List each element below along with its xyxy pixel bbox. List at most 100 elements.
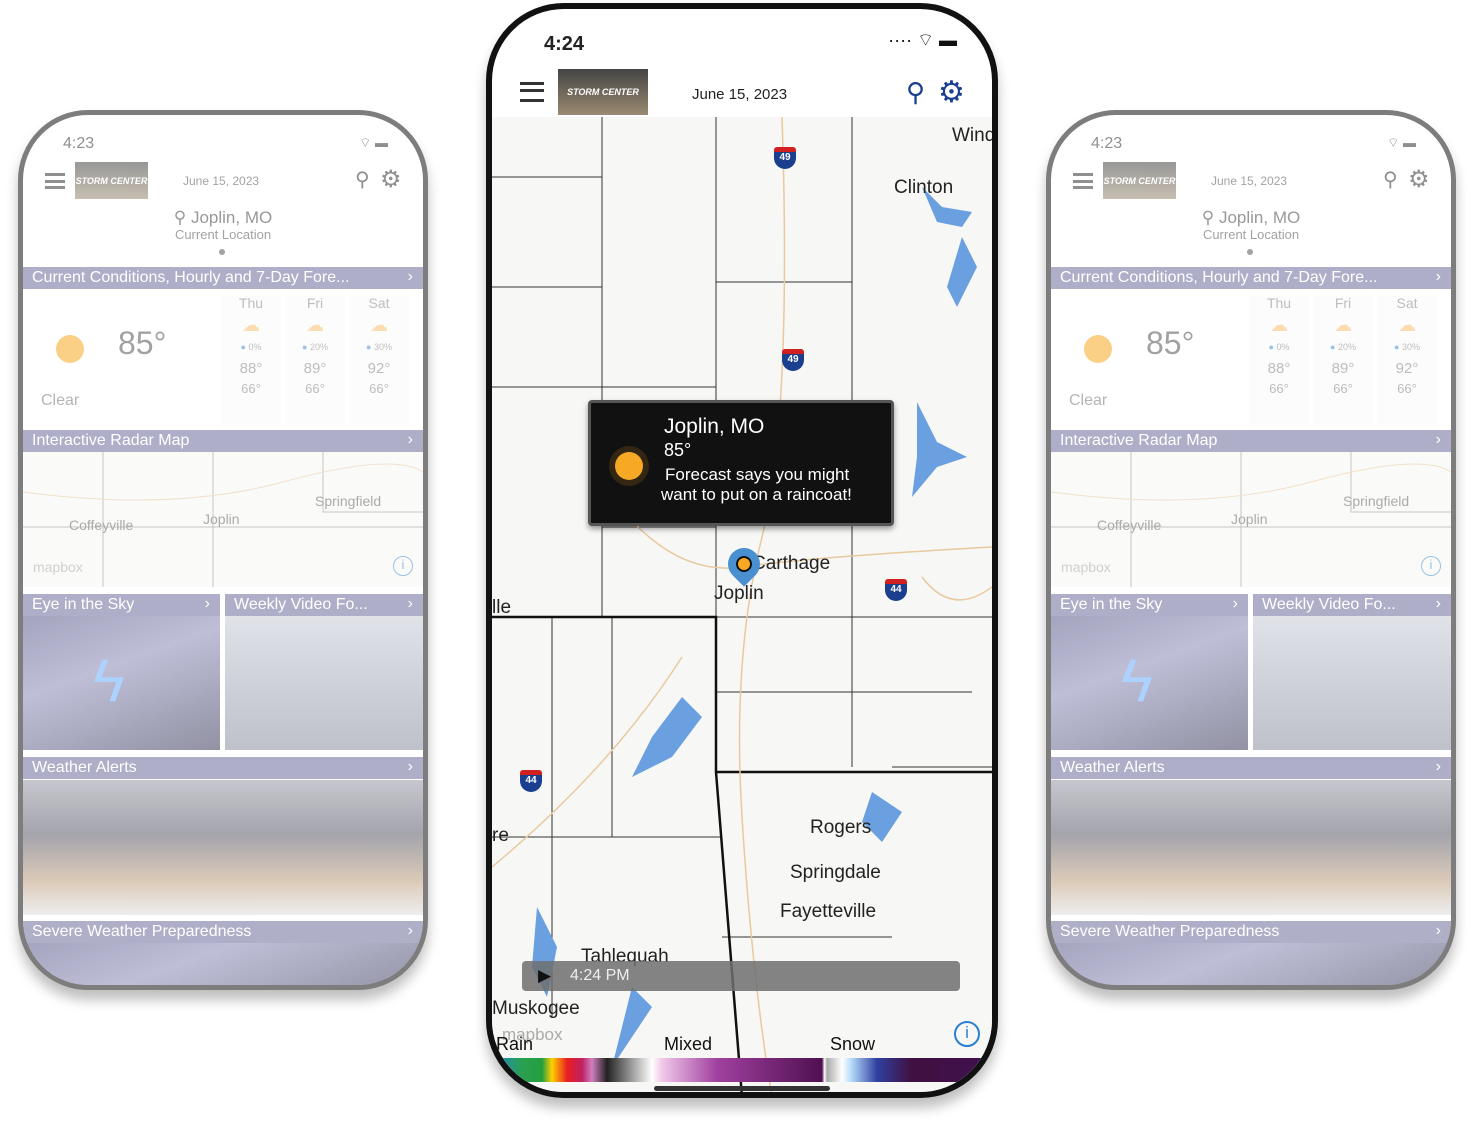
storm-center-logo: STORM CENTER <box>558 69 648 115</box>
info-icon[interactable]: i <box>393 556 413 576</box>
weather-alerts-image[interactable] <box>1051 780 1451 915</box>
weekly-video-image[interactable] <box>1253 616 1451 750</box>
right-phone: 4:23 ⌔ ▬ STORM CENTER June 15, 2023 ⚲ ⚙ … <box>1046 110 1456 990</box>
forecast-low: 66° <box>305 381 325 396</box>
interstate-shield-icon: 44 <box>885 579 907 601</box>
menu-button[interactable] <box>45 173 65 189</box>
weekly-video-image[interactable] <box>225 616 423 750</box>
section-eye-in-sky[interactable]: Eye in the Sky › <box>23 594 220 616</box>
timeline-time: 4:24 PM <box>570 967 630 984</box>
phone-screen: 4:23 ⌔ ▬ STORM CENTER June 15, 2023 ⚲ ⚙ … <box>1051 115 1451 985</box>
forecast-day[interactable]: Fri ☁ ● 20% 89° 66° <box>285 295 345 425</box>
section-radar[interactable]: Interactive Radar Map › <box>1051 430 1451 452</box>
radar-map-preview[interactable]: Coffeyville Joplin Springfield mapbox i <box>1051 452 1451 587</box>
location-sub: Current Location <box>1202 227 1300 242</box>
info-icon[interactable]: i <box>954 1021 980 1047</box>
map-label: Joplin <box>1231 511 1268 527</box>
radar-map-preview[interactable]: Coffeyville Joplin Springfield mapbox i <box>23 452 423 587</box>
map-label: Clinton <box>894 177 954 198</box>
status-time: 4:24 <box>544 33 585 55</box>
header-date: June 15, 2023 <box>183 174 260 188</box>
forecast-high: 89° <box>1331 360 1355 377</box>
forecast-day[interactable]: Sat ☁ ● 30% 92° 66° <box>349 295 409 425</box>
location-label: Joplin, MO <box>1218 208 1301 227</box>
interstate-shield-icon: 49 <box>774 147 796 169</box>
page-dot[interactable] <box>219 249 225 255</box>
map-label: Springfield <box>315 493 382 509</box>
status-time: 4:23 <box>63 135 95 152</box>
section-conditions[interactable]: Current Conditions, Hourly and 7-Day For… <box>23 267 423 289</box>
map-label: Fayetteville <box>780 901 877 922</box>
location-popup[interactable]: Joplin, MO 85° Forecast says you might w… <box>588 400 894 526</box>
wifi-battery-icon: ···· ⌔ ▬ <box>888 30 957 50</box>
forecast-low: 66° <box>1269 381 1289 396</box>
location-pin-button[interactable]: ⚲ <box>355 167 370 192</box>
map-label: re <box>492 825 509 846</box>
section-conditions[interactable]: Current Conditions, Hourly and 7-Day For… <box>1051 267 1451 289</box>
location-pin-button[interactable]: ⚲ <box>1383 167 1398 192</box>
location-pin-button[interactable]: ⚲ <box>906 77 925 108</box>
forecast-day[interactable]: Sat ☁ ● 30% 92° 66° <box>1377 295 1437 425</box>
interstate-shield-icon: 49 <box>782 349 804 371</box>
severe-image[interactable] <box>1051 943 1451 985</box>
location-name[interactable]: ⚲ Joplin, MO <box>23 208 423 228</box>
forecast-high: 92° <box>1395 360 1419 377</box>
section-weekly-video[interactable]: Weekly Video Fo... › <box>225 594 423 616</box>
page-dot[interactable] <box>1247 249 1253 255</box>
precip-chance: ● 20% <box>302 342 328 352</box>
section-eye-in-sky[interactable]: Eye in the Sky › <box>1051 594 1248 616</box>
menu-button[interactable] <box>520 82 544 102</box>
current-temp: 85° <box>118 325 167 361</box>
sun-icon <box>601 438 657 494</box>
settings-gear-button[interactable]: ⚙ <box>1408 165 1430 194</box>
map-label: Coffeyville <box>69 517 134 533</box>
map-label: Wind <box>952 125 996 146</box>
forecast-day[interactable]: Thu ☁ ● 0% 88° 66° <box>1249 295 1309 425</box>
forecast-day-name: Fri <box>306 295 324 311</box>
section-severe-preparedness[interactable]: Severe Weather Preparedness › <box>1051 921 1451 943</box>
play-button[interactable]: ▶ <box>538 966 551 986</box>
partly-cloudy-icon: ☁ <box>242 315 260 335</box>
forecast-day[interactable]: Fri ☁ ● 20% 89° 66° <box>1313 295 1373 425</box>
weather-alerts-image[interactable] <box>23 780 423 915</box>
section-weekly-video[interactable]: Weekly Video Fo... › <box>1253 594 1451 616</box>
section-weather-alerts[interactable]: Weather Alerts › <box>23 757 423 779</box>
info-icon[interactable]: i <box>1421 556 1441 576</box>
forecast-day[interactable]: Thu ☁ ● 0% 88° 66° <box>221 295 281 425</box>
partly-cloudy-icon: ☁ <box>370 315 388 335</box>
severe-image[interactable] <box>23 943 423 985</box>
radar-timeline[interactable]: ▶ 4:24 PM <box>522 961 960 991</box>
location-name[interactable]: ⚲ Joplin, MO <box>1051 208 1451 228</box>
forecast-day-name: Thu <box>238 295 264 311</box>
section-severe-preparedness[interactable]: Severe Weather Preparedness › <box>23 921 423 943</box>
wifi-battery-icon: ⌔ ▬ <box>1387 135 1416 150</box>
map-label: Rogers <box>810 817 872 838</box>
precip-chance: ● 20% <box>1330 342 1356 352</box>
popup-message: Forecast says you might <box>665 465 850 484</box>
eye-in-sky-image[interactable]: ϟ <box>1051 616 1248 750</box>
forecast-high: 88° <box>1267 360 1291 377</box>
map-label: lle <box>492 597 512 618</box>
settings-gear-button[interactable]: ⚙ <box>380 165 402 194</box>
left-phone: 4:23 ⌔ ▬ STORM CENTER June 15, 2023 ⚲ ⚙ … <box>18 110 428 990</box>
forecast-high: 92° <box>367 360 391 377</box>
interstate-shield-icon: 44 <box>520 770 542 792</box>
popup-message: want to put on a raincoat! <box>661 485 852 504</box>
eye-in-sky-image[interactable]: ϟ <box>23 616 220 750</box>
forecast-low: 66° <box>369 381 389 396</box>
forecast-day-name: Sat <box>1396 295 1418 311</box>
precip-chance: ● 30% <box>1394 342 1420 352</box>
storm-center-logo: STORM CENTER <box>1103 162 1176 199</box>
radar-map[interactable]: 49 49 44 44 Wind Clinton Carthage Joplin ll… <box>492 117 996 1092</box>
section-weather-alerts[interactable]: Weather Alerts › <box>1051 757 1451 779</box>
current-condition: Clear <box>1069 392 1108 409</box>
header-date: June 15, 2023 <box>692 86 788 103</box>
current-condition: Clear <box>41 392 80 409</box>
forecast-day-name: Fri <box>1334 295 1352 311</box>
section-radar[interactable]: Interactive Radar Map › <box>23 430 423 452</box>
forecast-low: 66° <box>1397 381 1417 396</box>
menu-button[interactable] <box>1073 173 1093 189</box>
settings-gear-button[interactable]: ⚙ <box>938 75 965 110</box>
forecast-low: 66° <box>241 381 261 396</box>
map-label: Joplin <box>714 583 764 604</box>
